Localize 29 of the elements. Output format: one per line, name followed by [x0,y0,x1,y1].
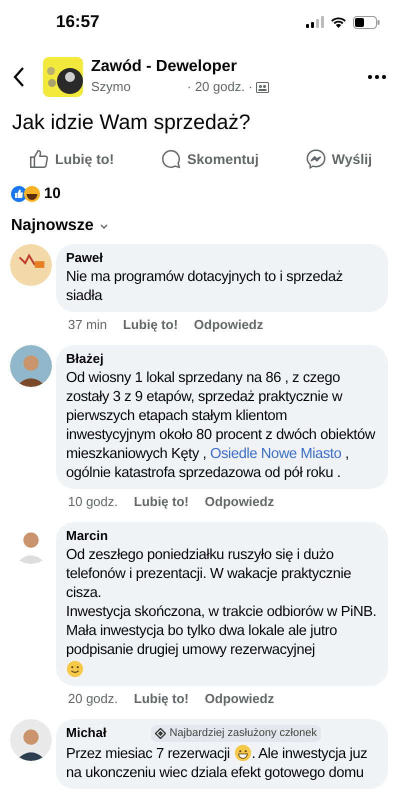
like-link[interactable]: Lubię to! [123,317,178,333]
commenter-name[interactable]: Paweł [66,250,103,266]
sort-dropdown[interactable]: Najnowsze [0,212,119,240]
place-link[interactable]: Osiedle Nowe Miasto [210,446,342,462]
reply-link[interactable]: Odpowiedz [204,494,274,510]
reply-link[interactable]: Odpowiedz [204,691,274,707]
group-name[interactable]: Zawód - Deweloper [91,57,368,78]
commenter-name[interactable]: Błażej [66,351,104,367]
comment-time: 10 godz. [68,494,118,510]
post-text: Jak idzie Wam sprzedaż? [11,110,252,136]
comment-text: Od zeszłego poniedziałku ruszyło się i dużo telefonów i prezentacji. W wakacje praktycznie cisza. Inwestycja skończona, w trakcie odbiorów w PiNB. Mała inwestycja bo tylko dwa lokale ale jutro podpisanie drugiej umowy rezerwacyjnej [66,546,378,680]
comment-time: 20 godz. [68,691,118,707]
comment-text: Nie ma programów dotacyjnych to i sprzedaż siadła [66,268,344,306]
commenter-name[interactable]: Marcin [66,528,108,544]
clock: 16:57 [56,11,100,34]
post-action[interactable]: Skomentuj [160,148,259,170]
comment-text: Przez miesiac 7 rezerwacji . Ale inwestycja juz na ukonczeniu wiec dziala efekt gotowego domu [66,744,368,782]
like-link[interactable]: Lubię to! [134,691,189,707]
comment-time: 37 min [68,317,108,333]
member-badge: Najbardziej zasłużony członek [151,725,321,742]
like-link[interactable]: Lubię to! [134,494,189,510]
post-time: · 20 godz. · [187,78,253,96]
commenter-name[interactable]: Michał [66,725,106,742]
reaction-count[interactable]: 10 [44,182,61,206]
comment-text: Od wiosny 1 lokal sprzedany na 86 , z czego zostały 3 z 9 etapów, sprzedaż praktycznie w pierwszych etapach stałym klientom inwestycyjnym około 80 procent z dwóch obiektów mieszkaniowych Kęty , Osiedle Nowe Miasto , ogólnie katastrofa sprzedazowa od pół roku . [66,369,376,483]
post-action[interactable]: Lubię to! [28,148,114,170]
post-action[interactable]: Wyślij [304,148,372,170]
reply-link[interactable]: Odpowiedz [194,317,264,333]
author-name[interactable]: Szymo [91,77,187,97]
